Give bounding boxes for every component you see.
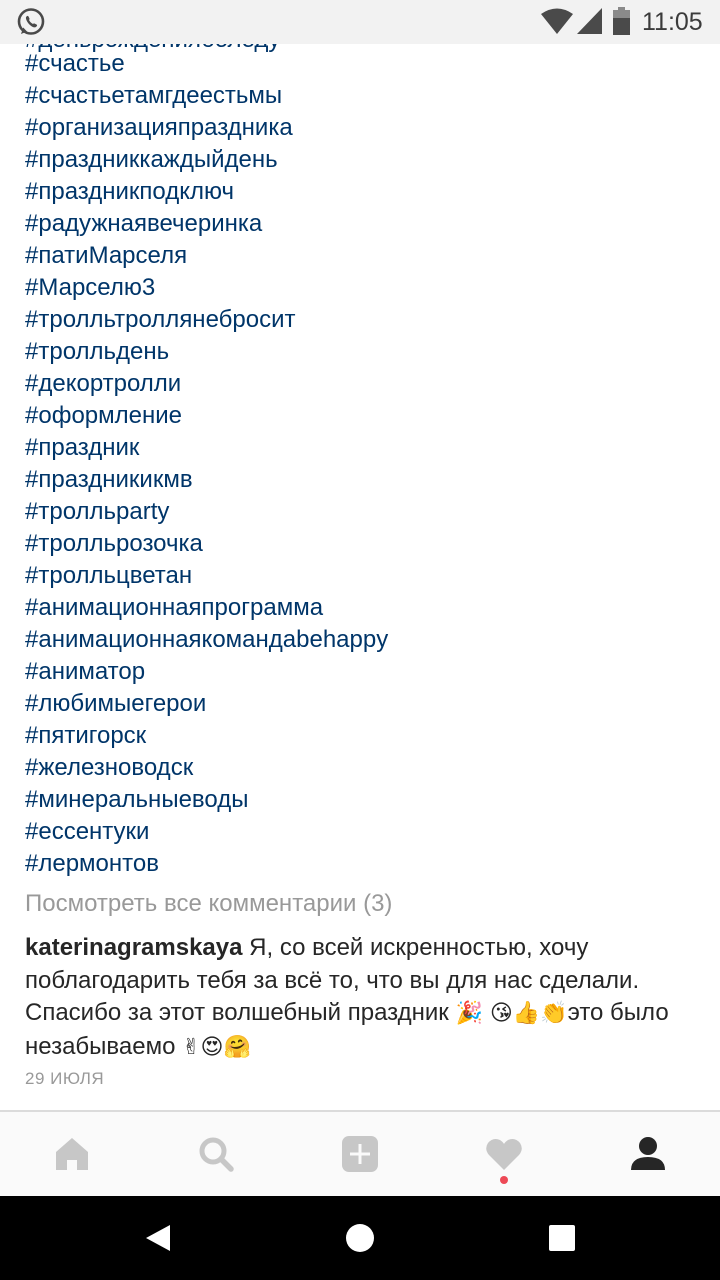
hashtag-link[interactable]: #тролльцветан (25, 560, 388, 592)
back-icon (146, 1225, 170, 1251)
hashtag-link[interactable]: #лермонтов (25, 848, 388, 880)
hashtag-link[interactable]: #тролльрозочка (25, 528, 388, 560)
comment-emojis-party: 🎉 😘👍👏 (455, 1001, 568, 1026)
battery-icon (613, 7, 630, 35)
hashtag-link[interactable]: #любимыегерои (25, 688, 388, 720)
hashtag-link[interactable]: #патиМарселя (25, 240, 388, 272)
view-all-comments-link[interactable]: Посмотреть все комментарии (3) (25, 890, 392, 918)
hashtag-link[interactable]: #тролльтроллянебросит (25, 304, 388, 336)
hashtag-link[interactable]: #декортролли (25, 368, 388, 400)
status-bar: 11:05 (0, 0, 720, 44)
nav-back-button[interactable] (98, 1196, 218, 1280)
nav-home-button[interactable] (300, 1196, 420, 1280)
hashtag-list: #счастье #счастьетамгдеестьмы #организация… (25, 48, 388, 880)
home-circle-icon (346, 1224, 374, 1252)
hashtag-link[interactable]: #радужнаявечеринка (25, 208, 388, 240)
hashtag-link[interactable]: #тролльдень (25, 336, 388, 368)
hashtag-link[interactable]: #праздник (25, 432, 388, 464)
hashtag-link[interactable]: #оформление (25, 400, 388, 432)
hashtag-link[interactable]: #пятигорск (25, 720, 388, 752)
tab-search[interactable] (144, 1112, 288, 1196)
post-caption-area: #деньрожденияболеду #счастье#счастьетамг… (0, 44, 720, 1110)
comment: katerinagramskaya Я, со всей искренность… (25, 932, 705, 1064)
activity-notification-dot (500, 1176, 508, 1184)
hashtag-link[interactable]: #счастьетамгдеестьмы (25, 80, 388, 112)
activity-heart-icon (486, 1139, 522, 1170)
tab-home[interactable] (0, 1112, 144, 1196)
hashtag-link[interactable]: #счастье (25, 48, 388, 80)
tab-profile[interactable] (576, 1112, 720, 1196)
comment-date: 29 ИЮЛЯ (25, 1069, 105, 1088)
hashtag-link[interactable]: #ессентуки (25, 816, 388, 848)
hashtag-link[interactable]: #праздникикмв (25, 464, 388, 496)
hashtag-link[interactable]: #анимационнаяпрограмма (25, 592, 388, 624)
system-navigation-bar (0, 1196, 720, 1280)
comment-username[interactable]: katerinagramskaya (25, 934, 242, 961)
hashtag-link[interactable]: #Марселю3 (25, 272, 388, 304)
wifi-icon (541, 8, 573, 34)
hashtag-link[interactable]: #праздниккаждыйдень (25, 144, 388, 176)
search-icon (199, 1137, 234, 1172)
nav-recents-button[interactable] (502, 1196, 622, 1280)
hashtag-link[interactable]: #минеральныеводы (25, 784, 388, 816)
tab-add-post[interactable] (288, 1112, 432, 1196)
hashtag-link[interactable]: #железноводск (25, 752, 388, 784)
bottom-tab-bar (0, 1110, 720, 1196)
add-post-icon (342, 1136, 378, 1172)
profile-icon (631, 1137, 665, 1170)
hashtag-link[interactable]: #организацияпраздника (25, 112, 388, 144)
whatsapp-icon (17, 8, 45, 35)
comment-emojis-end: ✌😍🤗 (182, 1034, 251, 1060)
hashtag-link[interactable]: #праздникподключ (25, 176, 388, 208)
hashtag-link[interactable]: #тролльparty (25, 496, 388, 528)
recents-icon (549, 1225, 575, 1251)
hashtag-link[interactable]: #аниматор (25, 656, 388, 688)
hashtag-link[interactable]: #анимационнаякомандаbehappy (25, 624, 388, 656)
status-time: 11:05 (642, 8, 703, 36)
home-icon (56, 1138, 88, 1170)
signal-icon (577, 8, 602, 34)
